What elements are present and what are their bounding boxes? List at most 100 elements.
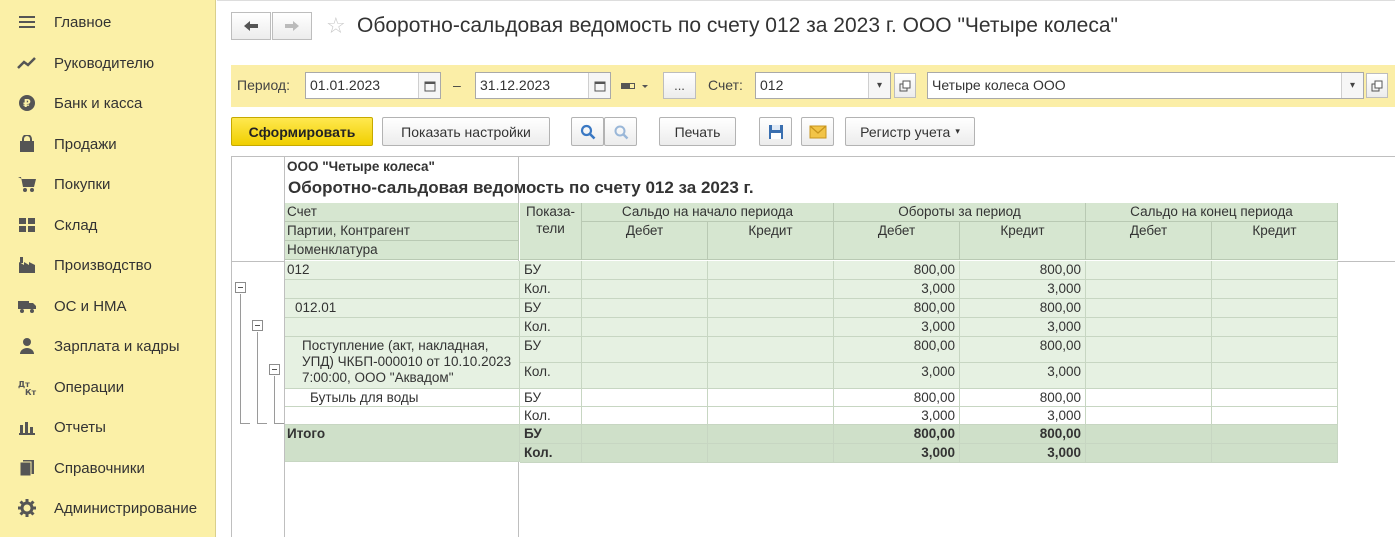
sidebar-item-purchases[interactable]: Покупки — [0, 164, 216, 204]
turnover-credit-cell: 800,00 — [960, 261, 1086, 280]
chevron-down-icon[interactable]: ▾ — [1341, 73, 1363, 98]
sidebar-item-production[interactable]: Производство — [0, 245, 216, 285]
factory-icon — [17, 255, 37, 275]
search-clear-icon — [614, 125, 628, 139]
turnover-debit-cell: 800,00 — [834, 261, 960, 280]
sidebar-item-label: ОС и НМА — [54, 297, 127, 315]
turnover-debit-cell: 3,000 — [834, 407, 960, 425]
date-from-input[interactable]: 01.01.2023 — [305, 72, 441, 99]
open-window-icon — [1371, 80, 1383, 91]
empty-cell — [582, 444, 708, 463]
sidebar-item-warehouse[interactable]: Склад — [0, 205, 216, 245]
page-title: Оборотно-сальдовая ведомость по счету 01… — [357, 14, 1118, 37]
open-window-icon — [899, 80, 911, 91]
empty-cell — [582, 261, 708, 280]
total-indicator: БУ — [520, 425, 582, 444]
empty-cell — [582, 425, 708, 444]
open-organization-button[interactable] — [1366, 73, 1388, 98]
row-indicator: БУ — [520, 389, 582, 407]
row-name: 012.01 — [285, 299, 520, 318]
forward-button[interactable] — [272, 12, 312, 40]
sidebar-item-sales[interactable]: Продажи — [0, 124, 216, 164]
sidebar-item-reports[interactable]: Отчеты — [0, 407, 216, 447]
header-credit: Кредит — [708, 222, 834, 260]
empty-cell — [1212, 337, 1338, 363]
turnover-credit-cell: 800,00 — [960, 337, 1086, 363]
header-debit: Дебет — [1086, 222, 1212, 260]
total-indicator: Кол. — [520, 444, 582, 463]
filter-bar: Период: 01.01.2023 – 31.12.2023 ... Счет… — [231, 65, 1395, 107]
turnover-credit-cell: 3,000 — [960, 318, 1086, 337]
empty-cell — [1212, 261, 1338, 280]
period-type-dropdown[interactable] — [617, 72, 653, 99]
empty-cell — [582, 407, 708, 425]
back-button[interactable] — [231, 12, 271, 40]
empty-cell — [708, 261, 834, 280]
send-email-button[interactable] — [801, 117, 834, 146]
sidebar-item-salary[interactable]: Зарплата и кадры — [0, 326, 216, 366]
tree-line — [257, 332, 258, 423]
empty-cell — [708, 425, 834, 444]
register-label: Регистр учета — [860, 123, 951, 140]
sidebar-item-directories[interactable]: Справочники — [0, 448, 216, 488]
row-name: 012 — [285, 261, 520, 280]
chevron-down-icon[interactable]: ▾ — [868, 73, 890, 98]
show-settings-button[interactable]: Показать настройки — [382, 117, 550, 146]
open-account-button[interactable] — [894, 73, 916, 98]
warehouse-icon — [17, 215, 37, 235]
sidebar-item-assets[interactable]: ОС и НМА — [0, 286, 216, 326]
sidebar-item-main[interactable]: Главное — [0, 2, 216, 42]
sidebar-item-operations[interactable]: Дт Кт Операции — [0, 367, 216, 407]
empty-cell — [1086, 280, 1212, 299]
row-indicator: Кол. — [520, 318, 582, 337]
tree-line — [274, 423, 284, 424]
collapse-icon[interactable] — [235, 282, 246, 293]
account-input[interactable]: 012 ▾ — [755, 72, 891, 99]
organization-input[interactable]: Четыре колеса ООО ▾ — [927, 72, 1364, 99]
turnover-credit-cell: 3,000 — [960, 363, 1086, 389]
sidebar-item-label: Справочники — [54, 459, 145, 477]
save-button[interactable] — [759, 117, 792, 146]
sidebar-item-label: Покупки — [54, 175, 111, 193]
empty-cell — [1212, 280, 1338, 299]
collapse-icon[interactable] — [252, 320, 263, 331]
empty-cell — [708, 337, 834, 363]
calendar-icon[interactable] — [588, 73, 610, 98]
turnover-credit-cell: 800,00 — [960, 299, 1086, 318]
report-spreadsheet[interactable]: ООО "Четыре колеса" Оборотно-сальдовая в… — [231, 156, 1395, 537]
menu-icon — [17, 12, 37, 32]
header-debit: Дебет — [582, 222, 708, 260]
print-button[interactable]: Печать — [659, 117, 736, 146]
turnover-debit-cell: 3,000 — [834, 280, 960, 299]
svg-text:Кт: Кт — [25, 388, 37, 396]
date-from-value: 01.01.2023 — [310, 77, 381, 93]
sidebar-item-bank[interactable]: ₽ Банк и касса — [0, 83, 216, 123]
arrow-left-icon — [244, 21, 258, 31]
sidebar-item-label: Банк и касса — [54, 94, 143, 112]
total-debit-cell: 3,000 — [834, 444, 960, 463]
favorite-star-icon[interactable]: ☆ — [326, 13, 346, 39]
shopping-bag-icon — [17, 134, 37, 154]
sidebar-item-label: Главное — [54, 13, 112, 31]
period-select-button[interactable]: ... — [663, 72, 696, 99]
header-account: Счет — [285, 203, 519, 222]
tree-line — [240, 294, 241, 423]
collapse-icon[interactable] — [269, 364, 280, 375]
row-indicator: Кол. — [520, 407, 582, 425]
period-variant-icon — [621, 82, 648, 89]
sidebar-item-manager[interactable]: Руководителю — [0, 43, 216, 83]
sidebar-item-administration[interactable]: Администрирование — [0, 488, 216, 528]
date-to-input[interactable]: 31.12.2023 — [475, 72, 611, 99]
register-dropdown-button[interactable]: Регистр учета ▾ — [845, 117, 975, 146]
search-button[interactable] — [571, 117, 604, 146]
calendar-icon[interactable] — [418, 73, 440, 98]
bar-chart-icon — [17, 417, 37, 437]
generate-button[interactable]: Сформировать — [231, 117, 373, 146]
search-clear-button[interactable] — [604, 117, 637, 146]
report-title: Оборотно-сальдовая ведомость по счету 01… — [288, 178, 754, 197]
empty-cell — [1086, 299, 1212, 318]
empty-cell — [1086, 444, 1212, 463]
header-nomenclature: Номенклатура — [285, 241, 519, 260]
header-batches: Партии, Контрагент — [285, 222, 519, 241]
tree-line — [274, 376, 275, 423]
